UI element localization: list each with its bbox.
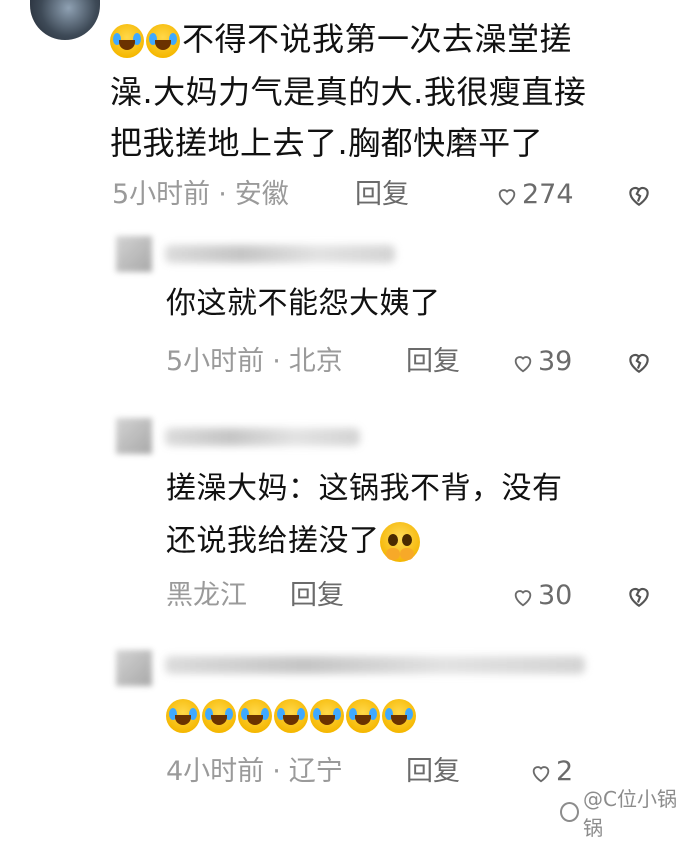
dislike-button[interactable] [626, 583, 652, 613]
laugh-cry-icon [146, 24, 180, 58]
laugh-cry-icon [110, 24, 144, 58]
like-button[interactable]: 274 [496, 180, 574, 210]
heart-outline-icon [512, 351, 534, 373]
username[interactable] [165, 428, 360, 446]
avatar[interactable] [116, 236, 152, 272]
comment-location: 安徽 [234, 179, 289, 210]
laugh-cry-icon [274, 698, 308, 733]
comment-text-line: 把我搓地上去了.胸都快磨平了 [110, 124, 544, 162]
comment-location: 北京 [288, 346, 343, 377]
weibo-logo-icon [560, 802, 580, 822]
heart-outline-icon [496, 184, 518, 206]
avatar[interactable] [116, 418, 152, 454]
comment-text-line: 你这就不能怨大姨了 [166, 286, 441, 321]
reply-button[interactable]: 回复 [290, 581, 344, 611]
laugh-cry-icon [238, 698, 272, 733]
like-button[interactable]: 39 [512, 347, 572, 377]
comment-meta: 5小时前 · 安徽 [112, 179, 289, 210]
broken-heart-icon [626, 587, 652, 613]
dislike-button[interactable] [626, 349, 652, 379]
avatar[interactable] [30, 0, 100, 40]
dislike-button[interactable] [626, 182, 652, 212]
comment-meta: 5小时前 · 北京 [166, 346, 343, 377]
broken-heart-icon [626, 353, 652, 379]
laugh-cry-icon [166, 698, 200, 733]
like-button[interactable]: 30 [512, 581, 572, 611]
laugh-cry-icon [346, 698, 380, 733]
comment-text-line: 搓澡大妈：这锅我不背，没有 [166, 471, 563, 506]
reply-button[interactable]: 回复 [355, 180, 409, 210]
reply-button[interactable]: 回复 [406, 757, 460, 787]
like-count: 274 [522, 179, 574, 210]
like-count: 39 [538, 346, 573, 377]
avatar[interactable] [116, 650, 152, 686]
laugh-cry-icon [310, 698, 344, 733]
like-count: 30 [538, 580, 573, 611]
comment-text-line: 澡.大妈力气是真的大.我很瘦直接 [110, 73, 587, 111]
username[interactable] [165, 656, 585, 674]
comment-location: 辽宁 [288, 756, 343, 787]
laugh-cry-icon [202, 698, 236, 733]
emoji-row [166, 698, 418, 733]
watermark: @C位小锅锅 [560, 783, 690, 841]
comment-meta: 黑龙江 [166, 581, 247, 611]
pleading-face-icon [379, 522, 420, 562]
broken-heart-icon [626, 186, 652, 212]
username[interactable] [165, 245, 395, 263]
comment-location: 黑龙江 [166, 580, 247, 611]
laugh-cry-icon [382, 698, 416, 733]
reply-button[interactable]: 回复 [406, 347, 460, 377]
comment-time: 4小时前 [166, 756, 265, 787]
comment-text-line: 不得不说我第一次去澡堂搓 [110, 22, 572, 58]
comment-time: 5小时前 [112, 179, 211, 210]
comment-time: 5小时前 [166, 346, 265, 377]
heart-outline-icon [512, 585, 534, 607]
comment-text-line: 还说我给搓没了 [166, 522, 420, 562]
comment-meta: 4小时前 · 辽宁 [166, 756, 343, 787]
heart-outline-icon [530, 761, 552, 783]
